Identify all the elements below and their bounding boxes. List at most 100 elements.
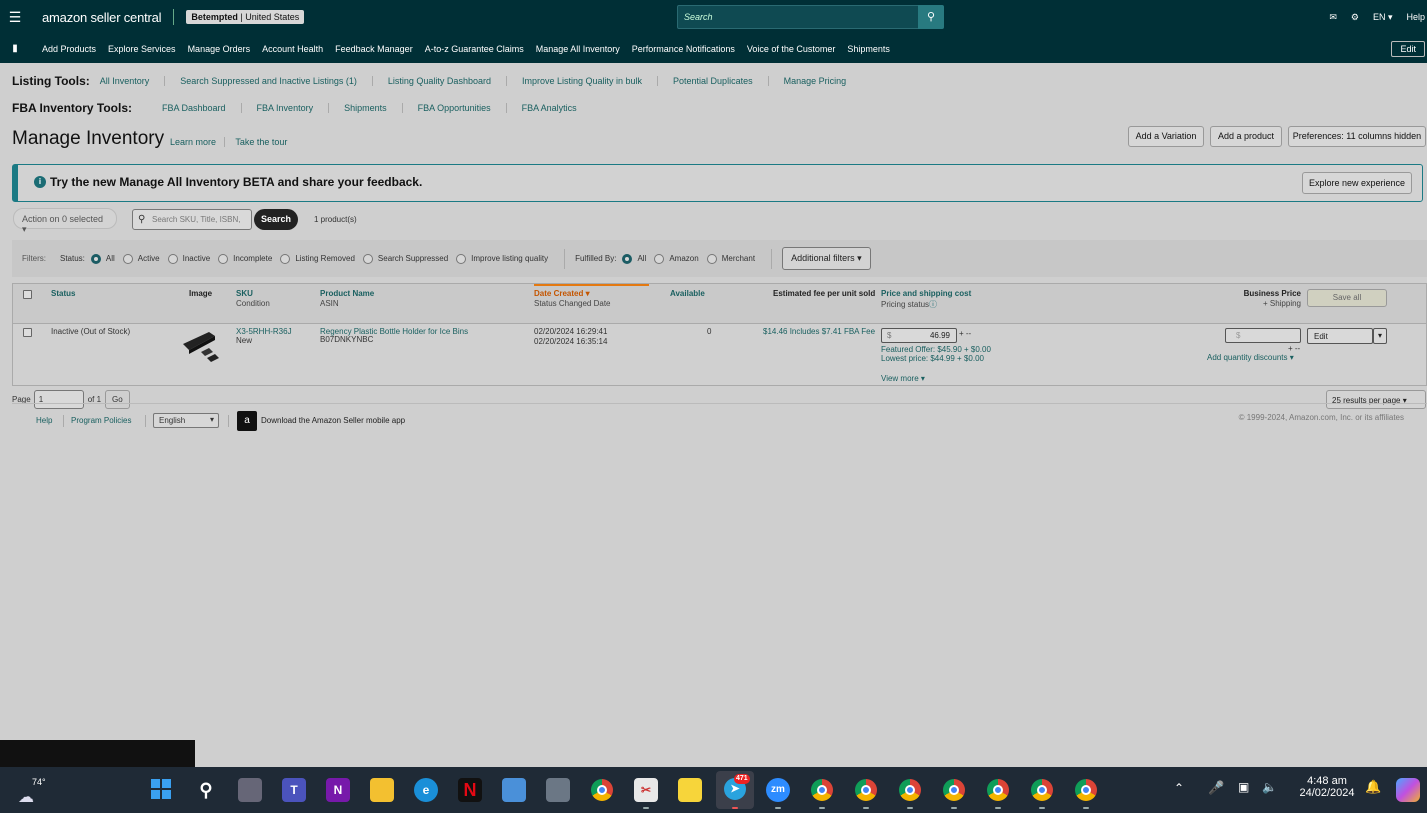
link-fba-opportunities[interactable]: FBA Opportunities [403,103,507,113]
network-icon[interactable]: ▣ [1238,780,1249,794]
radio-selected-icon[interactable] [90,253,101,264]
header-status[interactable]: Status [51,289,75,298]
radio-icon[interactable] [280,253,291,264]
preferences-button[interactable]: Preferences: 11 columns hidden [1288,126,1426,147]
select-all-checkbox[interactable] [23,290,32,299]
business-price-input[interactable]: $ [1225,328,1301,343]
row-estimated-fee[interactable]: $14.46 Includes $7.41 FBA Fee [763,327,875,337]
status-inactive-option[interactable]: Inactive [166,253,210,264]
chrome-profile-icon[interactable] [1031,779,1053,801]
bookmark-icon[interactable]: ▮ [0,43,30,54]
add-quantity-discounts-link[interactable]: Add quantity discounts ▾ [1207,353,1294,363]
nav-manage-orders[interactable]: Manage Orders [188,44,251,54]
radio-icon[interactable] [456,253,467,264]
add-product-button[interactable]: Add a product [1210,126,1282,147]
row-checkbox[interactable] [23,328,32,337]
fulfilled-amazon-option[interactable]: Amazon [652,253,699,264]
info-icon[interactable]: ⓘ [929,300,937,309]
status-improve-quality-option[interactable]: Improve listing quality [454,253,548,264]
global-search-input[interactable]: Search [677,5,919,29]
nav-add-products[interactable]: Add Products [42,44,96,54]
search-icon[interactable]: ⚲ [918,5,944,29]
nav-performance-notifications[interactable]: Performance Notifications [632,44,735,54]
language-select[interactable]: English ▾ [153,413,219,428]
nav-voice-of-customer[interactable]: Voice of the Customer [747,44,836,54]
radio-icon[interactable] [167,253,178,264]
file-explorer-icon[interactable] [370,778,394,802]
nav-atoz-claims[interactable]: A-to-z Guarantee Claims [425,44,524,54]
fulfilled-merchant-option[interactable]: Merchant [705,253,755,264]
chrome-profile-icon[interactable] [943,779,965,801]
radio-selected-icon[interactable] [622,253,633,264]
mail-icon[interactable]: ✉ [1329,12,1337,23]
calculator-icon[interactable] [546,778,570,802]
help-link[interactable]: Help [1406,12,1425,22]
link-search-suppressed[interactable]: Search Suppressed and Inactive Listings … [165,76,373,86]
language-selector[interactable]: EN ▾ [1373,12,1393,23]
link-all-inventory[interactable]: All Inventory [100,76,166,86]
price-input[interactable]: $ 46.99 [881,328,957,343]
header-date-created[interactable]: Date Created ▾ Status Changed Date [534,289,611,308]
nav-feedback-manager[interactable]: Feedback Manager [335,44,413,54]
status-active-option[interactable]: Active [121,253,160,264]
status-search-suppressed-option[interactable]: Search Suppressed [361,253,448,264]
link-potential-duplicates[interactable]: Potential Duplicates [658,76,769,86]
add-variation-button[interactable]: Add a Variation [1128,126,1204,147]
explore-new-experience-button[interactable]: Explore new experience [1302,172,1412,194]
go-button[interactable]: Go [105,390,130,409]
radio-icon[interactable] [654,253,665,264]
save-all-button[interactable]: Save all [1307,289,1387,307]
snipping-tool-icon[interactable]: ✂ [634,778,658,802]
edit-nav-button[interactable]: Edit [1391,41,1425,57]
program-policies-link[interactable]: Program Policies [71,416,131,425]
amazon-app-icon[interactable]: a [237,411,257,431]
nav-account-health[interactable]: Account Health [262,44,323,54]
status-all-option[interactable]: All [89,253,115,264]
onenote-icon[interactable]: N [326,778,350,802]
link-shipments[interactable]: Shipments [329,103,403,113]
view-more-link[interactable]: View more ▾ [881,374,925,384]
header-sku[interactable]: SKU Condition [236,289,270,308]
status-incomplete-option[interactable]: Incomplete [216,253,272,264]
nav-shipments[interactable]: Shipments [847,44,890,54]
chrome-profile-icon[interactable] [899,779,921,801]
teams-icon[interactable]: T [282,778,306,802]
copilot-icon[interactable] [1396,778,1420,802]
chrome-icon[interactable] [591,779,613,801]
product-image[interactable] [179,328,223,364]
link-listing-quality[interactable]: Listing Quality Dashboard [373,76,507,86]
account-switcher[interactable]: Betempted | United States [186,10,305,24]
weather-widget[interactable]: 74° ☁ [18,777,46,806]
radio-icon[interactable] [706,253,717,264]
results-per-page-select[interactable]: 25 results per page ▾ [1326,390,1426,409]
inventory-search-input[interactable]: ⚲ Search SKU, Title, ISBN, [132,209,252,230]
video-thumbnail[interactable] [0,740,195,767]
microphone-icon[interactable]: 🎤 [1208,780,1224,796]
chrome-profile-icon[interactable] [855,779,877,801]
learn-more-link[interactable]: Learn more [170,137,226,147]
nav-manage-all-inventory[interactable]: Manage All Inventory [536,44,620,54]
task-view-icon[interactable] [238,778,262,802]
chrome-profile-icon[interactable] [1075,779,1097,801]
take-tour-link[interactable]: Take the tour [235,137,295,147]
mobile-app-link[interactable]: Download the Amazon Seller mobile app [261,416,405,425]
amazon-logo[interactable]: amazon seller central [42,10,162,25]
chrome-profile-icon[interactable] [811,779,833,801]
header-price[interactable]: Price and shipping cost Pricing statusⓘ [881,289,971,310]
search-icon[interactable]: ⚲ [194,778,218,802]
clock[interactable]: 4:48 am 24/02/2024 [1295,775,1359,799]
volume-icon[interactable]: 🔈 [1262,780,1277,794]
status-listing-removed-option[interactable]: Listing Removed [278,253,355,264]
link-fba-dashboard[interactable]: FBA Dashboard [142,103,242,113]
netflix-icon[interactable]: N [458,778,482,802]
link-fba-analytics[interactable]: FBA Analytics [507,103,592,113]
header-product-name[interactable]: Product Name ASIN [320,289,374,308]
notepad-icon[interactable] [502,778,526,802]
link-improve-quality[interactable]: Improve Listing Quality in bulk [507,76,659,86]
chrome-profile-icon[interactable] [987,779,1009,801]
edit-button[interactable]: Edit [1307,328,1373,344]
notification-bell-icon[interactable]: 🔔 [1365,779,1381,795]
header-available[interactable]: Available [670,289,705,298]
telegram-app[interactable]: ➤ 471 [716,771,754,809]
gear-icon[interactable]: ⚙ [1351,12,1359,23]
